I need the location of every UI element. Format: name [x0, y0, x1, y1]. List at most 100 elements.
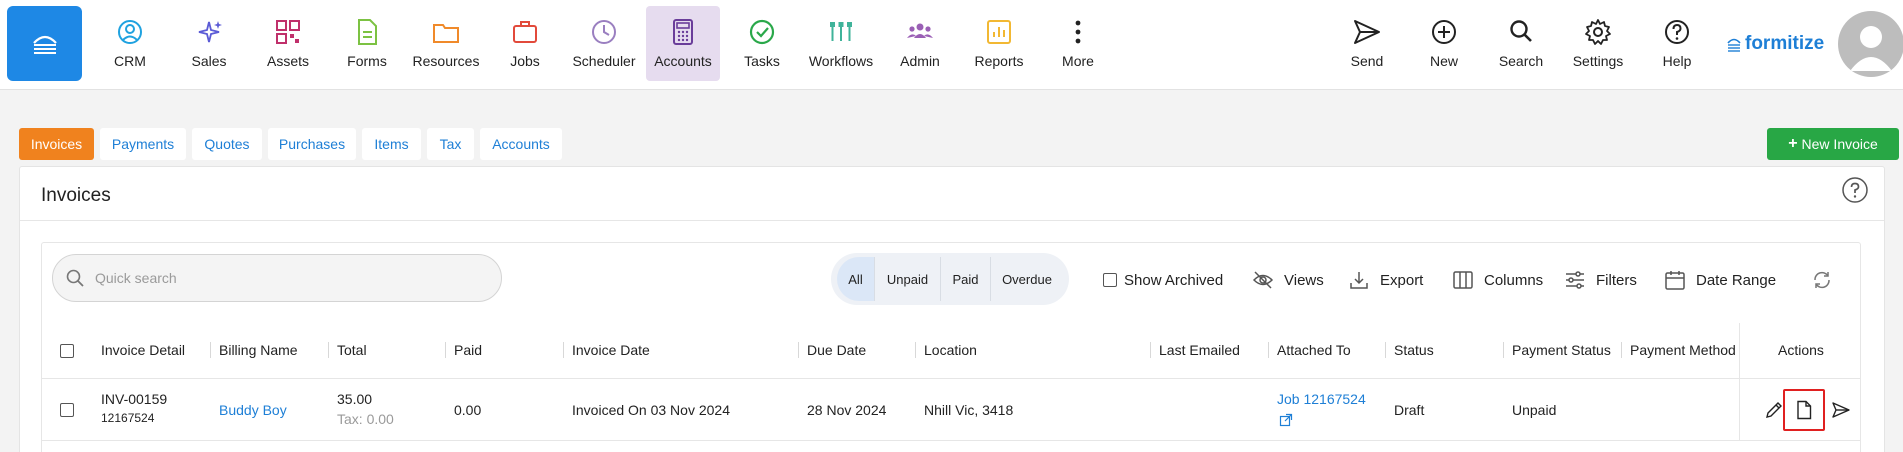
filter-all[interactable]: All: [837, 257, 875, 301]
nav-resources[interactable]: Resources: [409, 6, 483, 81]
total-value: 35.00: [337, 391, 373, 407]
select-all-checkbox[interactable]: [60, 344, 74, 358]
plus-icon: +: [1788, 135, 1798, 152]
nav-help[interactable]: Help: [1640, 6, 1714, 81]
invoice-id: 12167524: [101, 411, 155, 425]
invoice-date: Invoiced On 03 Nov 2024: [572, 402, 730, 418]
nav-settings[interactable]: Settings: [1561, 6, 1635, 81]
more-vertical-icon: [1075, 20, 1081, 44]
user-circle-icon: [118, 20, 142, 44]
file-icon: [1797, 400, 1812, 420]
export-button[interactable]: Export: [1348, 267, 1423, 293]
sparkle-icon: [198, 21, 222, 43]
avatar[interactable]: [1838, 11, 1903, 77]
nav-forms[interactable]: Forms: [330, 6, 404, 81]
col-location[interactable]: Location: [924, 342, 977, 358]
search-input[interactable]: [95, 270, 475, 286]
show-archived-checkbox[interactable]: [1103, 273, 1117, 287]
tab-payments[interactable]: Payments: [100, 128, 186, 160]
nav-label: Accounts: [654, 53, 712, 69]
filters-button[interactable]: Filters: [1564, 267, 1637, 293]
nav-reports[interactable]: Reports: [962, 6, 1036, 81]
views-button[interactable]: Views: [1252, 267, 1324, 293]
col-attached-to[interactable]: Attached To: [1277, 342, 1351, 358]
nav-search[interactable]: Search: [1484, 6, 1558, 81]
nav-admin[interactable]: Admin: [883, 6, 957, 81]
col-invoice-detail[interactable]: Invoice Detail: [101, 342, 185, 358]
invoice-number: INV-00159: [101, 391, 168, 407]
billing-name-link[interactable]: Buddy Boy: [219, 402, 287, 418]
search-icon: [66, 269, 84, 287]
nav-workflows[interactable]: Workflows: [804, 6, 878, 81]
new-invoice-button[interactable]: + New Invoice: [1767, 128, 1899, 160]
col-paid[interactable]: Paid: [454, 342, 482, 358]
nav-label: Assets: [266, 53, 309, 69]
send-invoice-button[interactable]: [1827, 396, 1855, 424]
pencil-icon: [1766, 402, 1782, 418]
nav-sales[interactable]: Sales: [172, 6, 246, 81]
column-separator: [1268, 342, 1269, 358]
nav-new[interactable]: New: [1407, 6, 1481, 81]
tab-items[interactable]: Items: [362, 128, 421, 160]
col-due-date[interactable]: Due Date: [807, 342, 866, 358]
tab-purchases[interactable]: Purchases: [268, 128, 356, 160]
paid-value: 0.00: [454, 402, 482, 418]
show-archived-toggle[interactable]: Show Archived: [1103, 267, 1223, 293]
nav-accounts[interactable]: Accounts: [646, 6, 720, 81]
nav-jobs[interactable]: Jobs: [488, 6, 562, 81]
nav-label: Forms: [347, 53, 387, 69]
nav-label: CRM: [114, 53, 146, 69]
col-last-emailed[interactable]: Last Emailed: [1159, 342, 1240, 358]
nav-assets[interactable]: Assets: [251, 6, 325, 81]
filter-overdue[interactable]: Overdue: [991, 257, 1063, 301]
col-billing-name[interactable]: Billing Name: [219, 342, 298, 358]
tab-invoices[interactable]: Invoices: [19, 128, 94, 160]
col-invoice-date[interactable]: Invoice Date: [572, 342, 650, 358]
clock-icon: [592, 20, 616, 44]
bar-chart-icon: [987, 20, 1011, 44]
col-total[interactable]: Total: [337, 342, 367, 358]
briefcase-icon: [513, 21, 537, 43]
refresh-button[interactable]: [1811, 267, 1833, 293]
column-separator: [915, 342, 916, 358]
attached-job-link[interactable]: Job 12167524: [1277, 391, 1366, 407]
filters-label: Filters: [1596, 271, 1637, 289]
calculator-icon: [673, 19, 693, 45]
home-logo-button[interactable]: [7, 6, 82, 81]
column-separator: [328, 342, 329, 358]
filter-unpaid[interactable]: Unpaid: [875, 257, 941, 301]
nav-label: Tasks: [744, 53, 780, 69]
quick-search[interactable]: [52, 254, 502, 302]
nav-send[interactable]: Send: [1330, 6, 1404, 81]
sliders-icon: [1566, 271, 1584, 289]
table-row[interactable]: INV-00159 12167524 Buddy Boy 35.00 Tax: …: [42, 379, 1860, 441]
folder-icon: [433, 24, 459, 43]
columns-button[interactable]: Columns: [1452, 267, 1543, 293]
col-payment-method[interactable]: Payment Method: [1630, 342, 1736, 358]
nav-label: Search: [1498, 53, 1544, 69]
tab-accounts[interactable]: Accounts: [480, 128, 562, 160]
help-circle-icon: [1665, 20, 1689, 44]
tab-quotes[interactable]: Quotes: [192, 128, 262, 160]
brand-logo: formitize: [1726, 33, 1824, 55]
col-payment-status[interactable]: Payment Status: [1512, 342, 1611, 358]
view-pdf-button[interactable]: [1783, 389, 1825, 431]
col-status[interactable]: Status: [1394, 342, 1434, 358]
row-checkbox[interactable]: [60, 403, 74, 417]
help-circle-icon[interactable]: [1841, 176, 1869, 204]
columns-icon: [1453, 271, 1473, 289]
date-range-button[interactable]: Date Range: [1664, 267, 1776, 293]
plus-circle-icon: [1432, 20, 1456, 44]
nav-crm[interactable]: CRM: [93, 6, 167, 81]
external-link-icon[interactable]: [1279, 413, 1293, 427]
views-label: Views: [1284, 271, 1324, 289]
tab-tax[interactable]: Tax: [427, 128, 474, 160]
workflow-icon: [830, 22, 852, 41]
nav-label: New: [1429, 53, 1458, 69]
filter-paid[interactable]: Paid: [941, 257, 991, 301]
nav-scheduler[interactable]: Scheduler: [567, 6, 641, 81]
nav-tasks[interactable]: Tasks: [725, 6, 799, 81]
columns-label: Columns: [1484, 271, 1544, 289]
nav-more[interactable]: More: [1041, 6, 1115, 81]
column-separator: [1150, 342, 1151, 358]
